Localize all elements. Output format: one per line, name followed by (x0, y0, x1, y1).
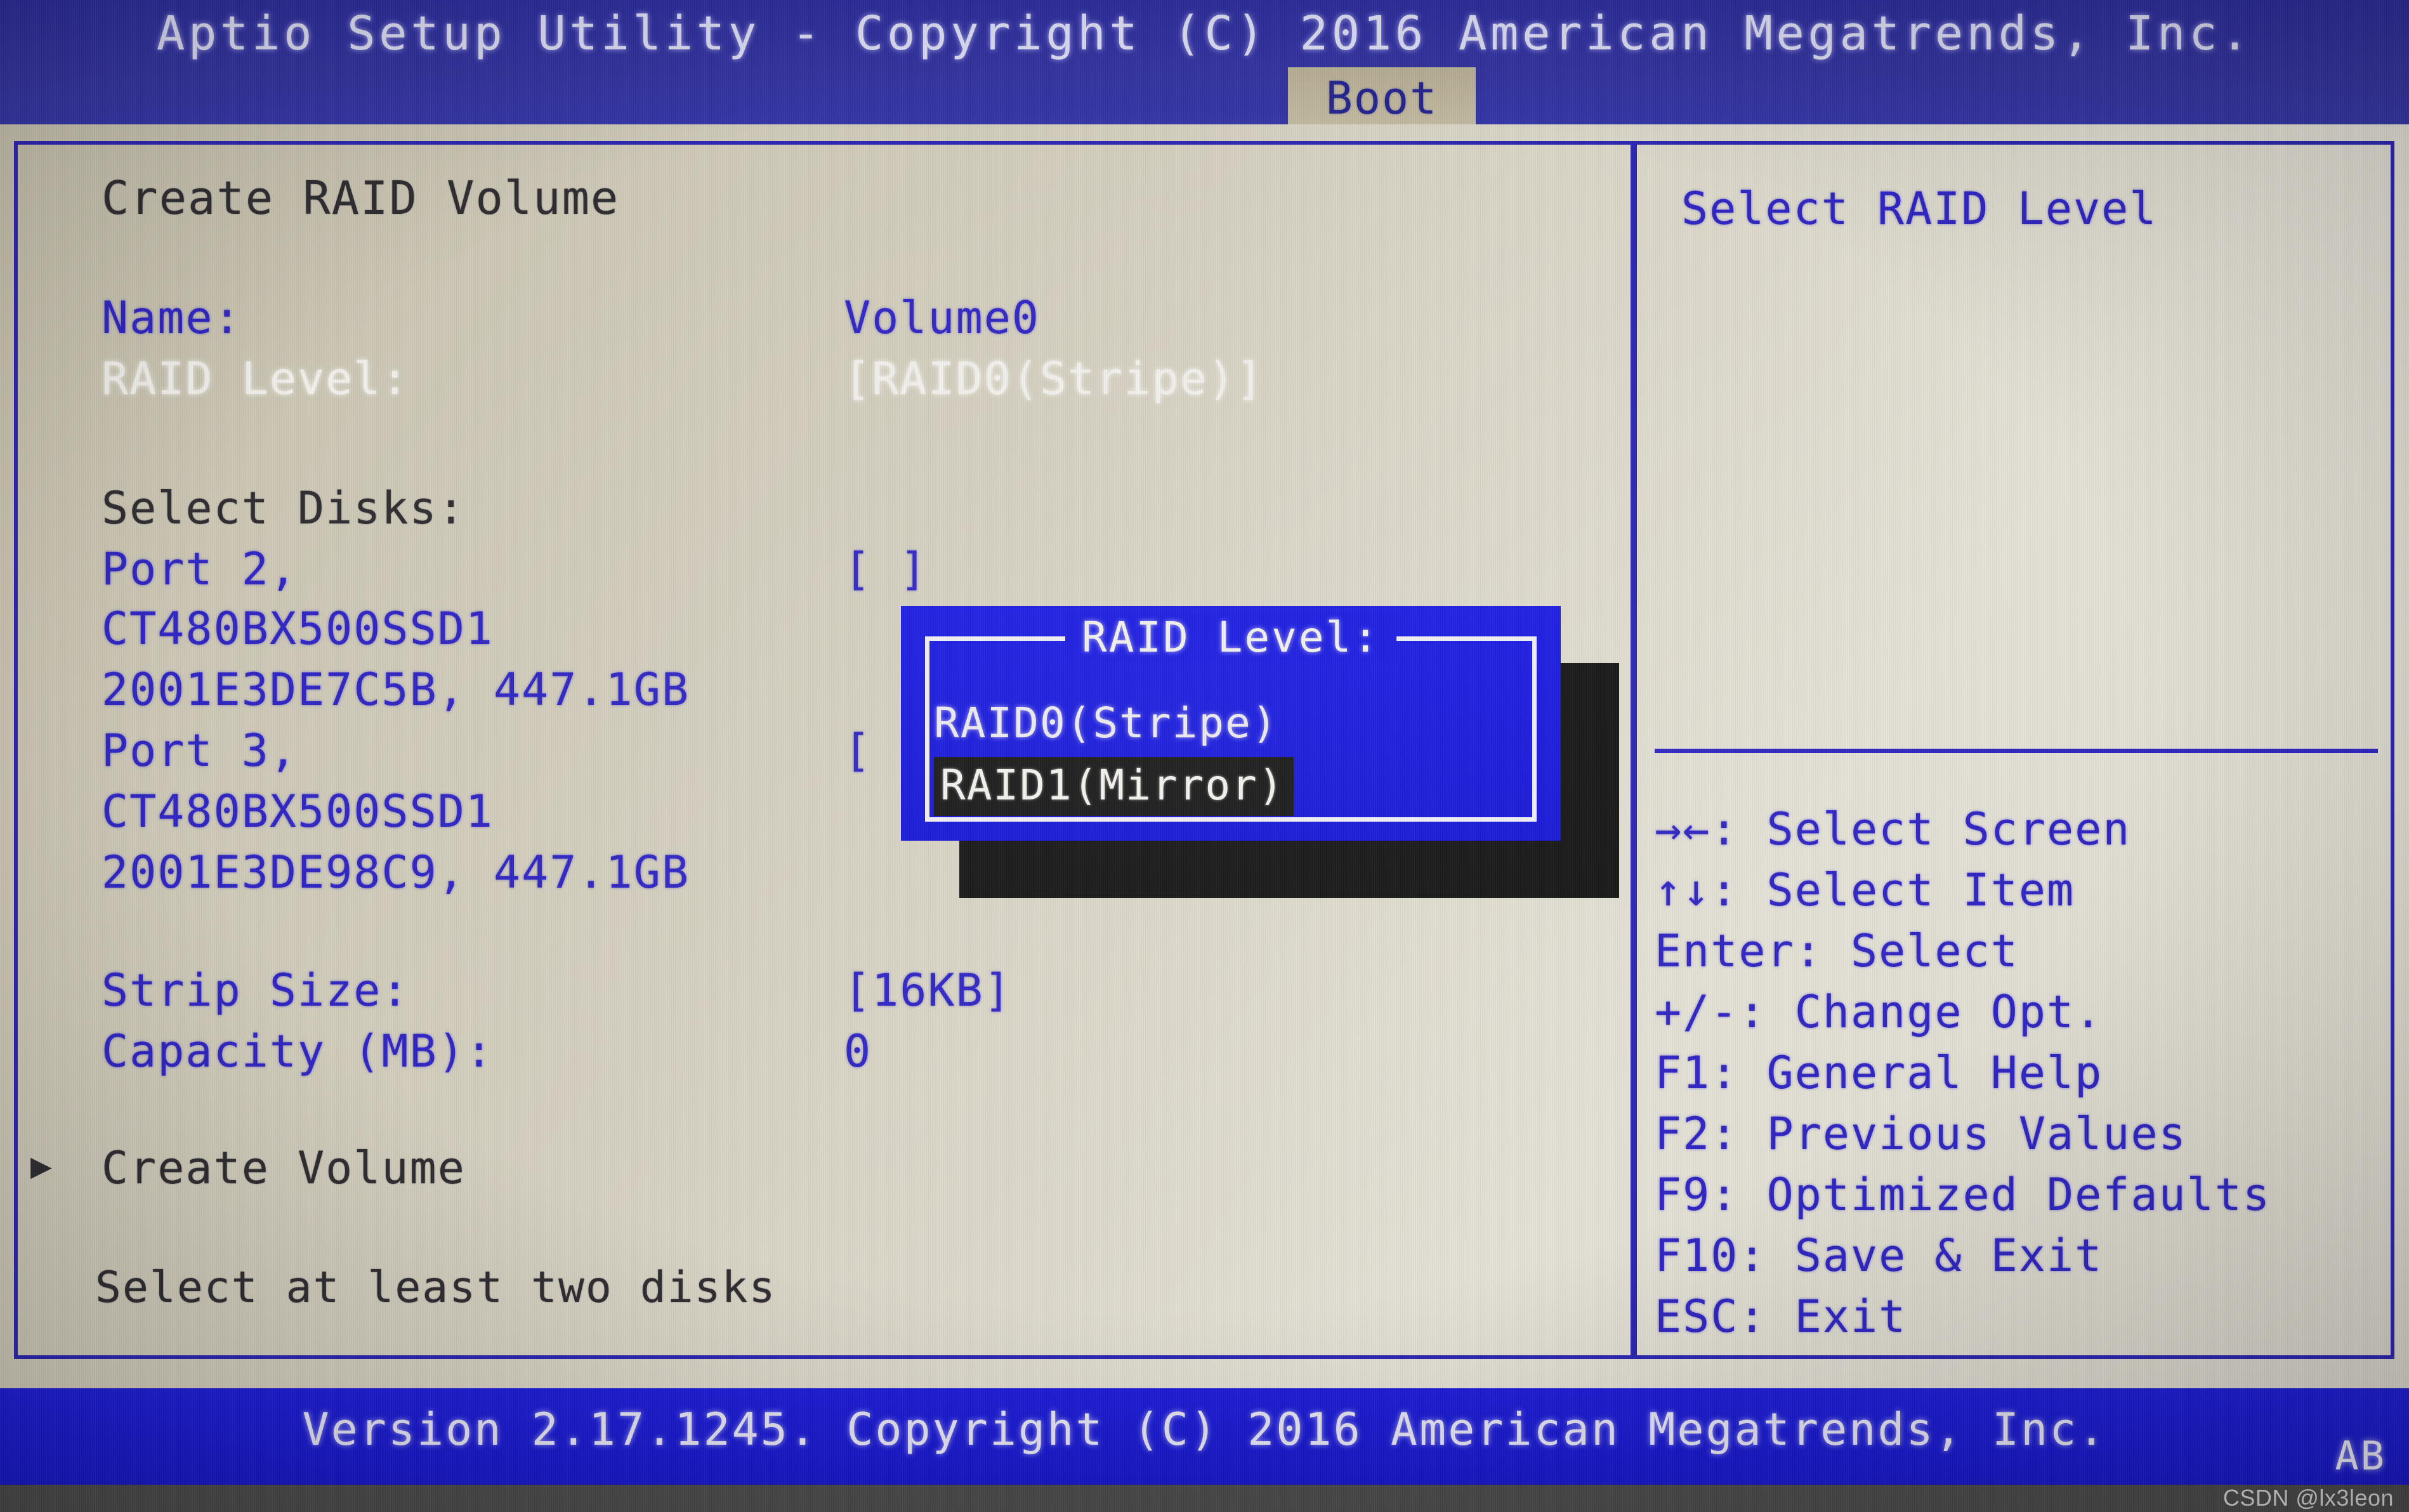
tab-boot-label: Boot (1325, 72, 1438, 124)
disk-1-model: CT480BX500SSD1 (102, 786, 494, 838)
help-key-change-opt: +/-: Change Opt. (1655, 986, 2103, 1038)
corner-mark: AB (2335, 1433, 2386, 1479)
dialog-option-raid1[interactable]: RAID1(Mirror) (934, 757, 1294, 816)
dialog-title: RAID Level: (929, 613, 1532, 662)
submenu-arrow-icon: ▶ (30, 1145, 52, 1187)
bios-setup-screen: Aptio Setup Utility - Copyright (C) 2016… (0, 0, 2409, 1512)
help-key-enter: Enter: Select (1655, 925, 2019, 977)
help-key-select-screen: →←: Select Screen (1655, 803, 2131, 855)
field-value-name[interactable]: Volume0 (844, 292, 1040, 344)
version-text: Version 2.17.1245. Copyright (C) 2016 Am… (302, 1404, 2107, 1456)
disk-0-checkbox[interactable]: [ ] (844, 543, 928, 595)
field-label-select-disks: Select Disks: (102, 482, 466, 534)
field-value-strip-size[interactable]: [16KB] (844, 964, 1012, 1016)
disk-1-port: Port 3, (102, 725, 298, 777)
bottom-strip (0, 1485, 2409, 1512)
disk-0-model: CT480BX500SSD1 (102, 603, 494, 655)
title-bar: Aptio Setup Utility - Copyright (C) 2016… (0, 0, 2409, 124)
pane-divider (1631, 145, 1637, 1355)
create-volume-button[interactable]: Create Volume (102, 1142, 466, 1194)
help-divider (1655, 749, 2378, 753)
disk-0-serial-size: 2001E3DE7C5B, 447.1GB (102, 664, 690, 716)
watermark: CSDN @lx3leon (2222, 1485, 2394, 1511)
help-key-f10: F10: Save & Exit (1655, 1230, 2103, 1282)
field-label-name: Name: (102, 292, 242, 344)
help-description: Select RAID Level (1681, 183, 2158, 235)
help-key-f9: F9: Optimized Defaults (1655, 1169, 2271, 1221)
field-value-capacity: 0 (844, 1025, 872, 1077)
raid-level-dialog: RAID Level: RAID0(Stripe) RAID1(Mirror) (901, 606, 1561, 841)
help-key-f2: F2: Previous Values (1655, 1108, 2187, 1160)
help-key-select-item: ↑↓: Select Item (1655, 864, 2075, 916)
field-label-capacity: Capacity (MB): (102, 1025, 494, 1077)
field-label-strip-size: Strip Size: (102, 964, 410, 1016)
field-label-raid-level: RAID Level: (102, 353, 410, 405)
disk-1-serial-size: 2001E3DE98C9, 447.1GB (102, 846, 690, 898)
help-key-f1: F1: General Help (1655, 1047, 2103, 1099)
dialog-option-raid0[interactable]: RAID0(Stripe) (934, 699, 1278, 747)
disk-0-port: Port 2, (102, 543, 298, 595)
status-bar: Version 2.17.1245. Copyright (C) 2016 Am… (0, 1388, 2409, 1485)
validation-hint: Select at least two disks (95, 1263, 777, 1313)
disk-1-checkbox[interactable]: [ (844, 725, 872, 777)
utility-title: Aptio Setup Utility - Copyright (C) 2016… (156, 6, 2253, 61)
dialog-title-text: RAID Level: (1065, 613, 1397, 662)
page-title: Create RAID Volume (102, 171, 620, 225)
field-value-raid-level[interactable]: [RAID0(Stripe)] (844, 353, 1264, 405)
help-key-esc: ESC: Exit (1655, 1291, 1907, 1343)
tab-boot[interactable]: Boot (1288, 67, 1476, 124)
